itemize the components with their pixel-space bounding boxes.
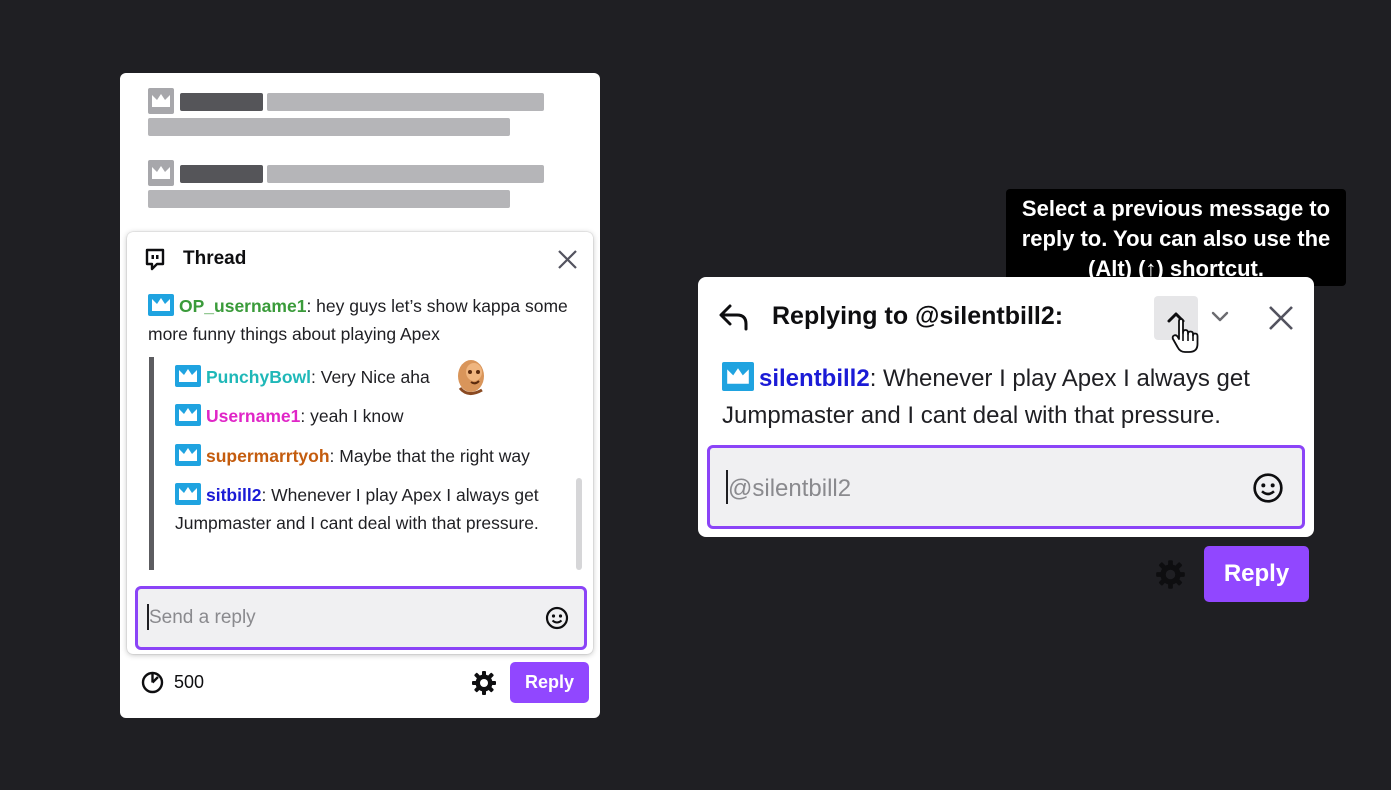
skeleton-text <box>267 93 544 111</box>
reply-title: Replying to @silentbill2: <box>772 302 1064 330</box>
emoji-picker-button[interactable] <box>545 606 569 635</box>
reply-message: Username1: yeah I know <box>175 402 404 430</box>
message-text: : Very Nice aha <box>311 367 430 387</box>
reply-button[interactable]: Reply <box>1204 546 1309 602</box>
message-text: : Maybe that the right way <box>329 446 530 466</box>
gear-icon <box>1156 560 1185 589</box>
hand-cursor-icon <box>1170 318 1202 359</box>
message-username[interactable]: sitbill2 <box>206 485 261 505</box>
op-message: OP_username1: hey guys let’s show kappa … <box>148 292 568 348</box>
reply-message: supermarrtyoh: Maybe that the right way <box>175 442 530 470</box>
close-reply-button[interactable] <box>1268 305 1294 336</box>
message-username[interactable]: OP_username1 <box>179 296 306 316</box>
tooltip-text: Select a previous message to reply to. Y… <box>1021 196 1331 281</box>
next-message-button[interactable] <box>1210 310 1230 329</box>
crown-badge-icon <box>175 365 201 387</box>
crown-badge-icon <box>175 483 201 505</box>
timer-icon <box>141 671 164 699</box>
thread-indent-bar <box>149 357 154 570</box>
skeleton-text <box>148 190 510 208</box>
reply-arrow-icon <box>718 303 750 336</box>
message-text: : yeah I know <box>300 406 404 426</box>
close-icon <box>558 250 577 269</box>
character-count: 500 <box>174 672 205 692</box>
reply-input-placeholder: Send a reply <box>149 607 256 628</box>
reply-message: PunchyBowl: Very Nice aha <box>175 363 430 391</box>
replied-message: silentbill2: Whenever I play Apex I alwa… <box>722 360 1302 434</box>
message-username[interactable]: Username1 <box>206 406 300 426</box>
crown-badge-icon <box>175 404 201 426</box>
skeleton-text <box>267 165 544 183</box>
close-thread-button[interactable] <box>557 249 578 275</box>
skeleton-badge <box>148 88 174 114</box>
emoji-picker-button[interactable] <box>1252 472 1284 509</box>
reply-message: sitbill2: Whenever I play Apex I always … <box>175 481 560 537</box>
crown-badge-icon <box>722 362 754 391</box>
skeleton-badge <box>148 160 174 186</box>
thread-title: Thread <box>183 248 247 269</box>
message-username[interactable]: PunchyBowl <box>206 367 311 387</box>
skeleton-username <box>180 165 263 183</box>
shortcut-tooltip: Select a previous message to reply to. Y… <box>1006 189 1346 286</box>
smiley-icon <box>1253 473 1283 503</box>
smiley-icon <box>545 606 569 630</box>
crown-badge-icon <box>175 444 201 466</box>
message-username[interactable]: supermarrtyoh <box>206 446 330 466</box>
emote-image <box>452 358 488 401</box>
skeleton-text <box>148 118 510 136</box>
chevron-down-icon <box>1211 311 1229 322</box>
settings-button[interactable] <box>471 670 497 701</box>
message-username[interactable]: silentbill2 <box>759 365 870 392</box>
scrollbar-thumb[interactable] <box>576 478 582 570</box>
gear-icon <box>472 671 496 695</box>
thread-icon <box>144 248 166 277</box>
settings-button[interactable] <box>1155 559 1186 595</box>
close-icon <box>1269 306 1293 330</box>
crown-badge-icon <box>148 294 174 316</box>
reply-input-placeholder: @silentbill2 <box>728 475 852 502</box>
skeleton-username <box>180 93 263 111</box>
reply-button[interactable]: Reply <box>510 662 589 703</box>
